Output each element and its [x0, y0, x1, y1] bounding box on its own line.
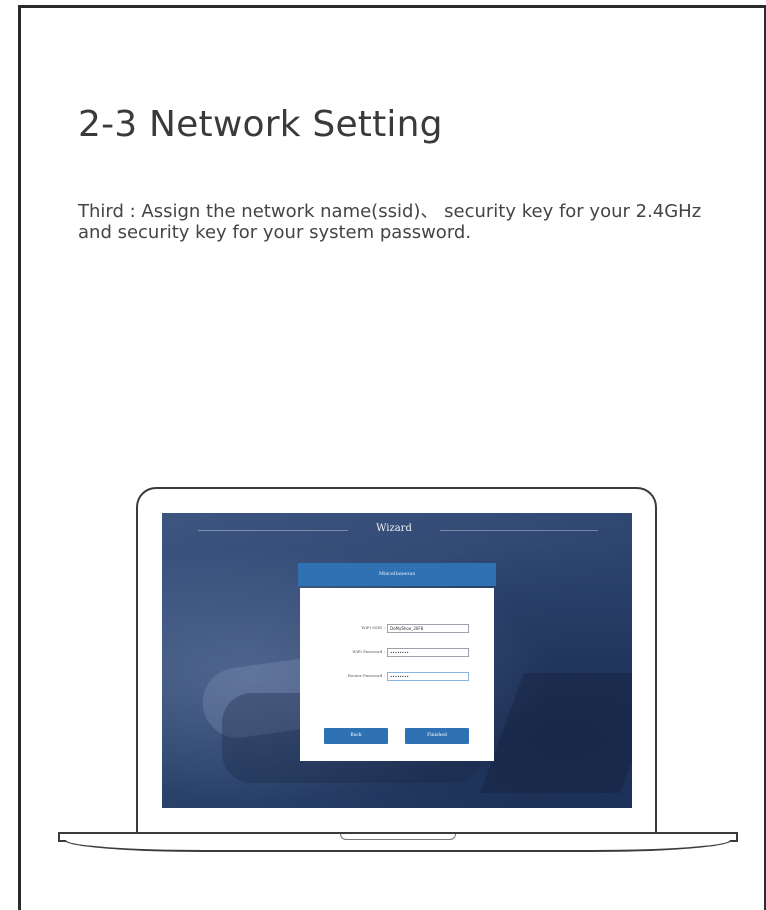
page-description: Third : Assign the network name(ssid)、 s…	[78, 201, 702, 243]
wizard-title: Wizard	[376, 523, 412, 534]
page-title: 2-3 Network Setting	[78, 104, 443, 145]
page-border-left	[18, 5, 21, 910]
wifi-password-label: WiFi Password :	[352, 649, 385, 654]
wizard-divider-left	[198, 530, 348, 531]
wifi-ssid-input[interactable]: DoMyShoe_26F8	[387, 624, 469, 633]
wifi-ssid-row: WiFi SSID : DoMyShoe_26F8	[300, 624, 494, 634]
finished-button[interactable]: Finished	[405, 728, 469, 744]
dialog-header: Miscellaneous	[298, 563, 496, 586]
wifi-ssid-label: WiFi SSID :	[361, 625, 385, 630]
laptop-base-bottom	[64, 840, 732, 852]
page-border-top	[18, 5, 766, 8]
laptop-screen: Wizard Miscellaneous WiFi SSID : DoMySho…	[162, 513, 632, 808]
wifi-password-input[interactable]: ••••••••	[387, 648, 469, 657]
wizard-divider-right	[440, 530, 598, 531]
back-button[interactable]: Back	[324, 728, 388, 744]
background-blur-shape	[480, 673, 632, 793]
wifi-password-row: WiFi Password : ••••••••	[300, 648, 494, 658]
dialog-body: WiFi SSID : DoMyShoe_26F8 WiFi Password …	[300, 588, 494, 761]
router-password-input[interactable]: ••••••••	[387, 672, 469, 681]
manual-page: 2-3 Network Setting Third : Assign the n…	[0, 0, 766, 910]
router-password-label: Router Password :	[347, 673, 385, 678]
router-password-row: Router Password : ••••••••	[300, 672, 494, 682]
